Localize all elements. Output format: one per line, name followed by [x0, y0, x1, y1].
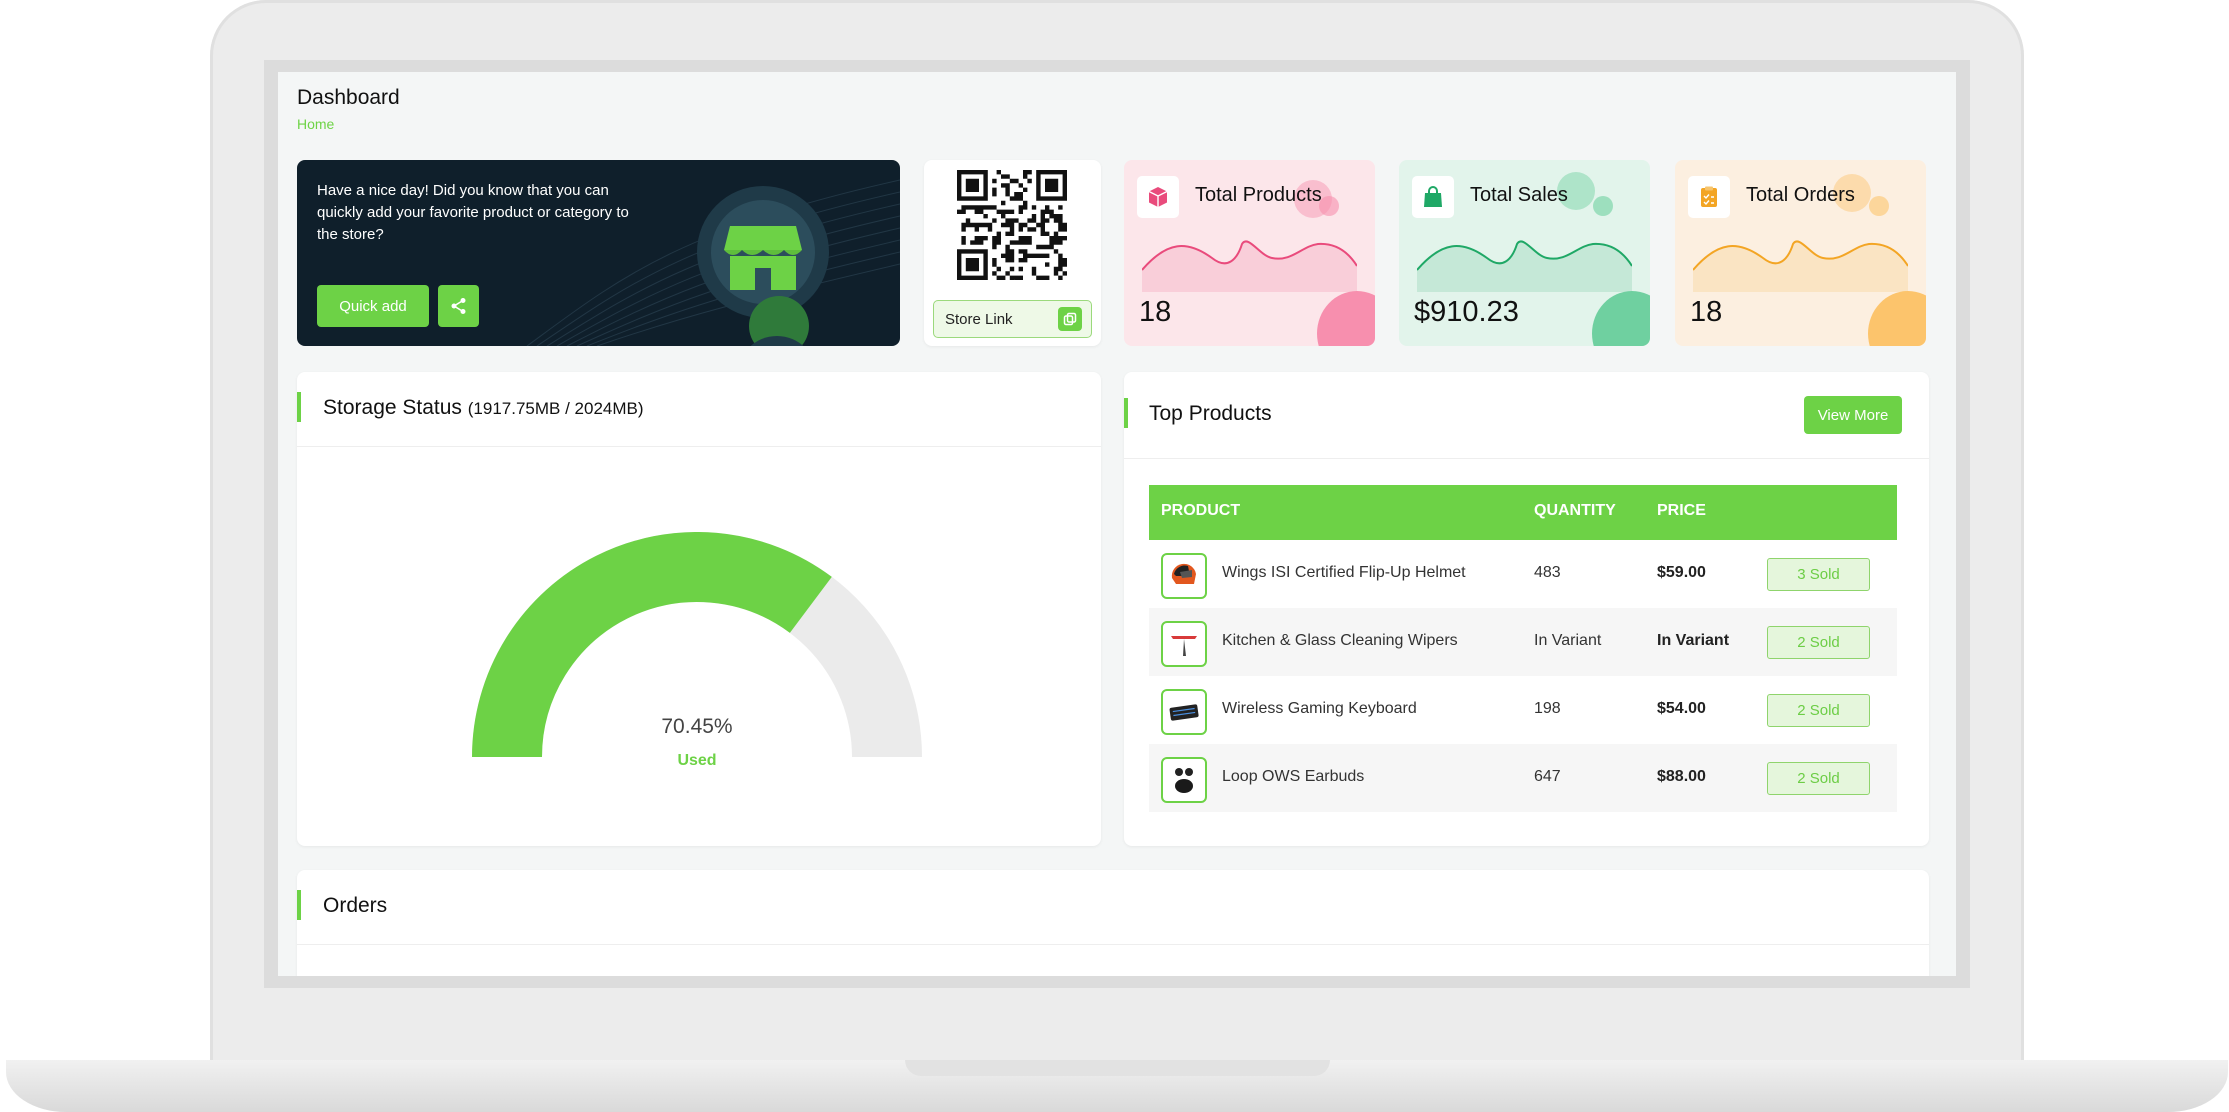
top-products-card: Top Products View More PRODUCT QUANTITY …	[1124, 372, 1929, 846]
product-name: Wireless Gaming Keyboard	[1222, 700, 1417, 717]
page-title: Dashboard	[297, 86, 400, 109]
welcome-banner: Have a nice day! Did you know that you c…	[297, 160, 900, 346]
stat-icon-box	[1688, 176, 1730, 218]
store-link-field[interactable]: Store Link	[933, 300, 1092, 338]
product-price: $54.00	[1657, 700, 1706, 717]
stat-label: Total Products	[1195, 184, 1322, 206]
section-accent-bar	[297, 392, 301, 422]
stat-decor-blob	[1317, 291, 1375, 346]
store-link-label: Store Link	[945, 310, 1013, 328]
qr-code	[957, 170, 1067, 280]
top-products-table: PRODUCT QUANTITY PRICE Wings ISI Certifi…	[1149, 485, 1897, 812]
section-accent-bar	[297, 890, 301, 920]
orders-title: Orders	[323, 894, 388, 917]
qr-card: Store Link	[924, 160, 1101, 346]
top-products-title: Top Products	[1149, 402, 1272, 425]
product-quantity: 483	[1534, 564, 1561, 581]
column-header-product: PRODUCT	[1161, 502, 1241, 519]
breadcrumb[interactable]: Home	[297, 116, 334, 132]
stat-value: $910.23	[1414, 296, 1519, 328]
stat-sparkline	[1417, 240, 1632, 292]
box-icon	[1148, 187, 1168, 207]
product-price: $59.00	[1657, 564, 1706, 581]
sold-badge: 3 Sold	[1767, 558, 1870, 591]
shopping-bag-icon	[1424, 186, 1442, 207]
table-row[interactable]: Wireless Gaming Keyboard 198 $54.00 2 So…	[1149, 676, 1897, 744]
sold-badge: 2 Sold	[1767, 626, 1870, 659]
storage-status-card: Storage Status (1917.75MB / 2024MB) 70.4…	[297, 372, 1101, 846]
wiper-icon	[1171, 636, 1197, 656]
product-name: Loop OWS Earbuds	[1222, 768, 1365, 785]
copy-link-button[interactable]	[1058, 307, 1082, 331]
stat-value: 18	[1139, 296, 1172, 328]
dashboard-screen: Dashboard Home Have a nice day! Did you …	[278, 72, 1956, 976]
stat-sparkline	[1142, 240, 1357, 292]
product-price: In Variant	[1657, 632, 1730, 649]
stat-value: 18	[1690, 296, 1723, 328]
divider	[297, 944, 1929, 945]
sold-badge: 2 Sold	[1767, 694, 1870, 727]
product-quantity: In Variant	[1534, 632, 1602, 649]
stat-card-total-orders[interactable]: Total Orders 18	[1675, 160, 1926, 346]
column-header-quantity: QUANTITY	[1534, 502, 1616, 519]
stat-card-total-products[interactable]: Total Products 18	[1124, 160, 1375, 346]
storage-gauge	[472, 532, 922, 758]
product-thumbnail	[1161, 757, 1207, 803]
table-header: PRODUCT QUANTITY PRICE	[1149, 485, 1897, 540]
stat-decor-blob	[1868, 291, 1926, 346]
table-row[interactable]: Loop OWS Earbuds 647 $88.00 2 Sold	[1149, 744, 1897, 812]
welcome-message: Have a nice day! Did you know that you c…	[317, 182, 629, 243]
product-thumbnail	[1161, 689, 1207, 735]
quick-add-button[interactable]: Quick add	[317, 285, 429, 327]
table-row[interactable]: Wings ISI Certified Flip-Up Helmet 483 $…	[1149, 540, 1897, 608]
view-more-button[interactable]: View More	[1804, 396, 1902, 434]
share-icon	[451, 298, 465, 314]
copy-icon	[1063, 312, 1077, 326]
storage-title-text: Storage Status	[323, 396, 462, 419]
helmet-icon	[1171, 563, 1196, 584]
keyboard-icon	[1169, 704, 1199, 721]
product-thumbnail	[1161, 621, 1207, 667]
storage-detail: (1917.75MB / 2024MB)	[467, 399, 644, 418]
gauge-used-label: Used	[677, 752, 717, 769]
stat-label: Total Orders	[1746, 184, 1855, 206]
product-thumbnail	[1161, 553, 1207, 599]
storage-title: Storage Status (1917.75MB / 2024MB)	[323, 396, 644, 420]
product-quantity: 198	[1534, 700, 1561, 717]
stat-icon-box	[1412, 176, 1454, 218]
section-accent-bar	[1124, 398, 1128, 428]
product-name: Kitchen & Glass Cleaning Wipers	[1222, 632, 1458, 649]
store-icon	[722, 220, 804, 292]
divider	[297, 446, 1101, 447]
share-button[interactable]	[438, 285, 479, 327]
stat-sparkline	[1693, 240, 1908, 292]
stat-label: Total Sales	[1470, 184, 1568, 206]
orders-card: Orders	[297, 870, 1929, 976]
table-row[interactable]: Kitchen & Glass Cleaning Wipers In Varia…	[1149, 608, 1897, 676]
laptop-notch	[905, 1060, 1330, 1076]
stat-card-total-sales[interactable]: Total Sales $910.23	[1399, 160, 1650, 346]
stat-icon-box	[1137, 176, 1179, 218]
product-quantity: 647	[1534, 768, 1561, 785]
sold-badge: 2 Sold	[1767, 762, 1870, 795]
gauge-percent: 70.45%	[661, 715, 733, 738]
earbuds-icon	[1175, 768, 1193, 793]
product-name: Wings ISI Certified Flip-Up Helmet	[1222, 564, 1466, 581]
column-header-price: PRICE	[1657, 502, 1706, 519]
clipboard-icon	[1701, 186, 1717, 207]
stat-decor-blob	[1592, 291, 1650, 346]
product-price: $88.00	[1657, 768, 1706, 785]
divider	[1124, 458, 1929, 459]
